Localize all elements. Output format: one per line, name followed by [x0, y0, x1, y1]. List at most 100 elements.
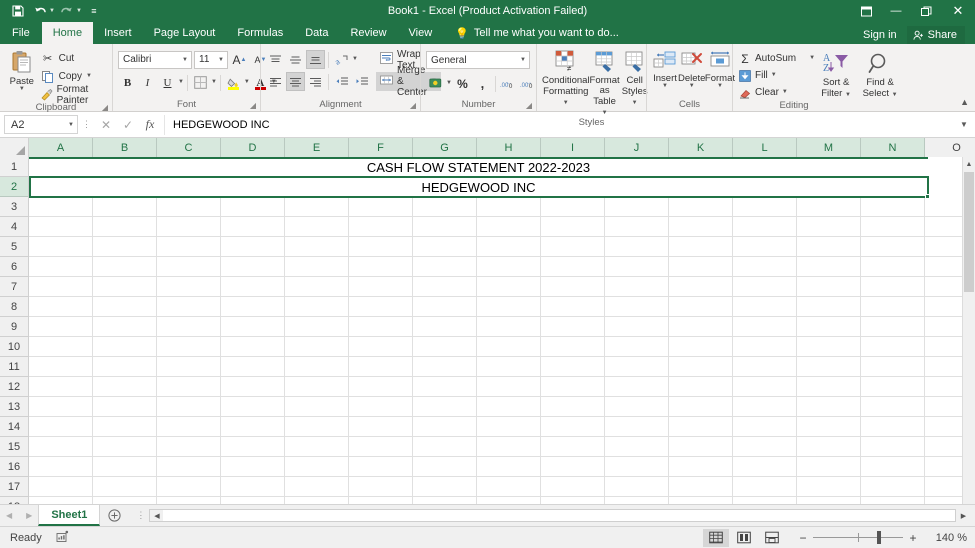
zoom-knob[interactable]	[877, 531, 881, 544]
sheet-tab-sheet1[interactable]: Sheet1	[38, 505, 101, 526]
clear-dropdown-icon[interactable]: ▼	[782, 89, 788, 95]
clear-button[interactable]: Clear ▼	[738, 85, 815, 100]
row-header-12[interactable]: 12	[0, 377, 28, 397]
tab-formulas[interactable]: Formulas	[226, 22, 294, 44]
underline-dropdown-icon[interactable]: ▼	[178, 79, 184, 85]
column-header-M[interactable]: M	[797, 138, 861, 157]
zoom-level-label[interactable]: 140 %	[927, 532, 967, 544]
accessibility-checker-icon[interactable]	[56, 530, 69, 546]
zoom-out-button[interactable]: −	[797, 531, 809, 545]
column-header-F[interactable]: F	[349, 138, 413, 157]
scroll-split-grip[interactable]: ⋮	[136, 510, 145, 521]
row-header-4[interactable]: 4	[0, 217, 28, 237]
zoom-in-button[interactable]: +	[907, 531, 919, 545]
orientation-button[interactable]: a	[332, 50, 351, 69]
horizontal-scrollbar[interactable]: ◀	[149, 509, 956, 522]
copy-button[interactable]: Copy ▼	[41, 69, 108, 84]
collapse-ribbon-button[interactable]: ▲	[960, 97, 969, 107]
grid-cells[interactable]: CASH FLOW STATEMENT 2022-2023 HEDGEWOOD …	[29, 157, 975, 504]
alignment-dialog-launcher[interactable]: ◢	[410, 101, 416, 110]
sort-filter-button[interactable]: AZ Sort & Filter ▼	[815, 51, 857, 99]
accounting-dropdown-icon[interactable]: ▼	[446, 80, 452, 86]
column-header-L[interactable]: L	[733, 138, 797, 157]
italic-button[interactable]: I	[138, 73, 157, 92]
tab-data[interactable]: Data	[294, 22, 339, 44]
add-sheet-button[interactable]	[100, 505, 128, 526]
format-dropdown-icon[interactable]: ▼	[717, 83, 723, 89]
number-format-combo[interactable]: General ▼	[426, 51, 530, 69]
borders-dropdown-icon[interactable]: ▼	[211, 79, 217, 85]
redo-dropdown-icon[interactable]: ▼	[76, 8, 82, 14]
zoom-slider[interactable]: − +	[797, 531, 919, 545]
align-middle-button[interactable]	[286, 50, 305, 69]
orientation-dropdown-icon[interactable]: ▼	[352, 56, 358, 62]
column-header-N[interactable]: N	[861, 138, 925, 157]
tab-home[interactable]: Home	[41, 22, 94, 44]
column-header-O[interactable]: O	[925, 138, 975, 157]
scroll-left-icon[interactable]: ◀	[150, 512, 163, 520]
format-painter-button[interactable]: Format Painter	[41, 84, 108, 106]
row-header-17[interactable]: 17	[0, 477, 28, 497]
row-header-7[interactable]: 7	[0, 277, 28, 297]
conditional-formatting-button[interactable]: ≠ Conditional Formatting ▼	[542, 49, 590, 107]
clipboard-dialog-launcher[interactable]: ◢	[102, 103, 108, 112]
tab-view[interactable]: View	[398, 22, 444, 44]
cancel-formula-button[interactable]: ✕	[95, 115, 117, 135]
column-header-D[interactable]: D	[221, 138, 285, 157]
column-header-J[interactable]: J	[605, 138, 669, 157]
font-name-combo[interactable]: Calibri ▼	[118, 50, 192, 69]
select-all-button[interactable]	[0, 138, 29, 157]
font-dialog-launcher[interactable]: ◢	[250, 101, 256, 110]
expand-formula-bar-button[interactable]: ▼	[955, 120, 973, 129]
close-button[interactable]: ✕	[941, 0, 975, 22]
customize-qat-icon[interactable]: ≡	[84, 2, 104, 20]
paste-button[interactable]: Paste ▼	[5, 48, 39, 92]
row-header-18[interactable]: 18	[0, 497, 28, 504]
insert-function-button[interactable]: fx	[139, 115, 161, 135]
tab-review[interactable]: Review	[339, 22, 397, 44]
tell-me-search[interactable]: 💡 Tell me what you want to do...	[455, 22, 619, 44]
row-header-13[interactable]: 13	[0, 397, 28, 417]
row-header-5[interactable]: 5	[0, 237, 28, 257]
horizontal-scroll-thumb[interactable]	[163, 510, 955, 521]
row-header-1[interactable]: 1	[0, 157, 28, 177]
row-header-11[interactable]: 11	[0, 357, 28, 377]
insert-dropdown-icon[interactable]: ▼	[662, 83, 668, 89]
undo-icon[interactable]	[30, 2, 50, 20]
align-top-button[interactable]	[266, 50, 285, 69]
fill-color-dropdown-icon[interactable]: ▼	[244, 79, 250, 85]
percent-style-button[interactable]: %	[453, 74, 472, 93]
decrease-indent-button[interactable]	[332, 72, 351, 91]
align-center-button[interactable]	[286, 72, 305, 91]
row-header-3[interactable]: 3	[0, 197, 28, 217]
number-dialog-launcher[interactable]: ◢	[526, 101, 532, 110]
delete-dropdown-icon[interactable]: ▼	[689, 83, 695, 89]
page-layout-view-button[interactable]	[731, 529, 757, 547]
redo-icon[interactable]	[57, 2, 77, 20]
delete-cells-button[interactable]: Delete ▼	[678, 49, 705, 89]
previous-sheet-icon[interactable]: ◀	[6, 511, 12, 520]
undo-dropdown-icon[interactable]: ▼	[49, 8, 55, 14]
autosum-button[interactable]: Σ AutoSum ▼	[738, 51, 815, 66]
merged-cell-a1-n1[interactable]: CASH FLOW STATEMENT 2022-2023	[29, 157, 928, 177]
copy-dropdown-icon[interactable]: ▼	[86, 73, 92, 79]
scroll-up-icon[interactable]: ▲	[962, 157, 975, 171]
cut-button[interactable]: ✂ Cut	[41, 51, 108, 66]
column-header-G[interactable]: G	[413, 138, 477, 157]
chevron-down-icon[interactable]: ▼	[68, 122, 74, 128]
tab-page-layout[interactable]: Page Layout	[143, 22, 227, 44]
comma-style-button[interactable]: ,	[473, 74, 492, 93]
normal-view-button[interactable]	[703, 528, 729, 547]
column-header-H[interactable]: H	[477, 138, 541, 157]
increase-indent-button[interactable]	[352, 72, 371, 91]
fill-dropdown-icon[interactable]: ▼	[771, 72, 777, 78]
column-header-B[interactable]: B	[93, 138, 157, 157]
fill-color-button[interactable]	[224, 73, 243, 92]
tab-insert[interactable]: Insert	[93, 22, 143, 44]
find-select-button[interactable]: Find & Select ▼	[859, 51, 901, 99]
font-size-combo[interactable]: 11 ▼	[194, 50, 228, 69]
align-bottom-button[interactable]	[306, 50, 325, 69]
column-header-I[interactable]: I	[541, 138, 605, 157]
column-header-A[interactable]: A	[29, 138, 93, 157]
column-header-E[interactable]: E	[285, 138, 349, 157]
